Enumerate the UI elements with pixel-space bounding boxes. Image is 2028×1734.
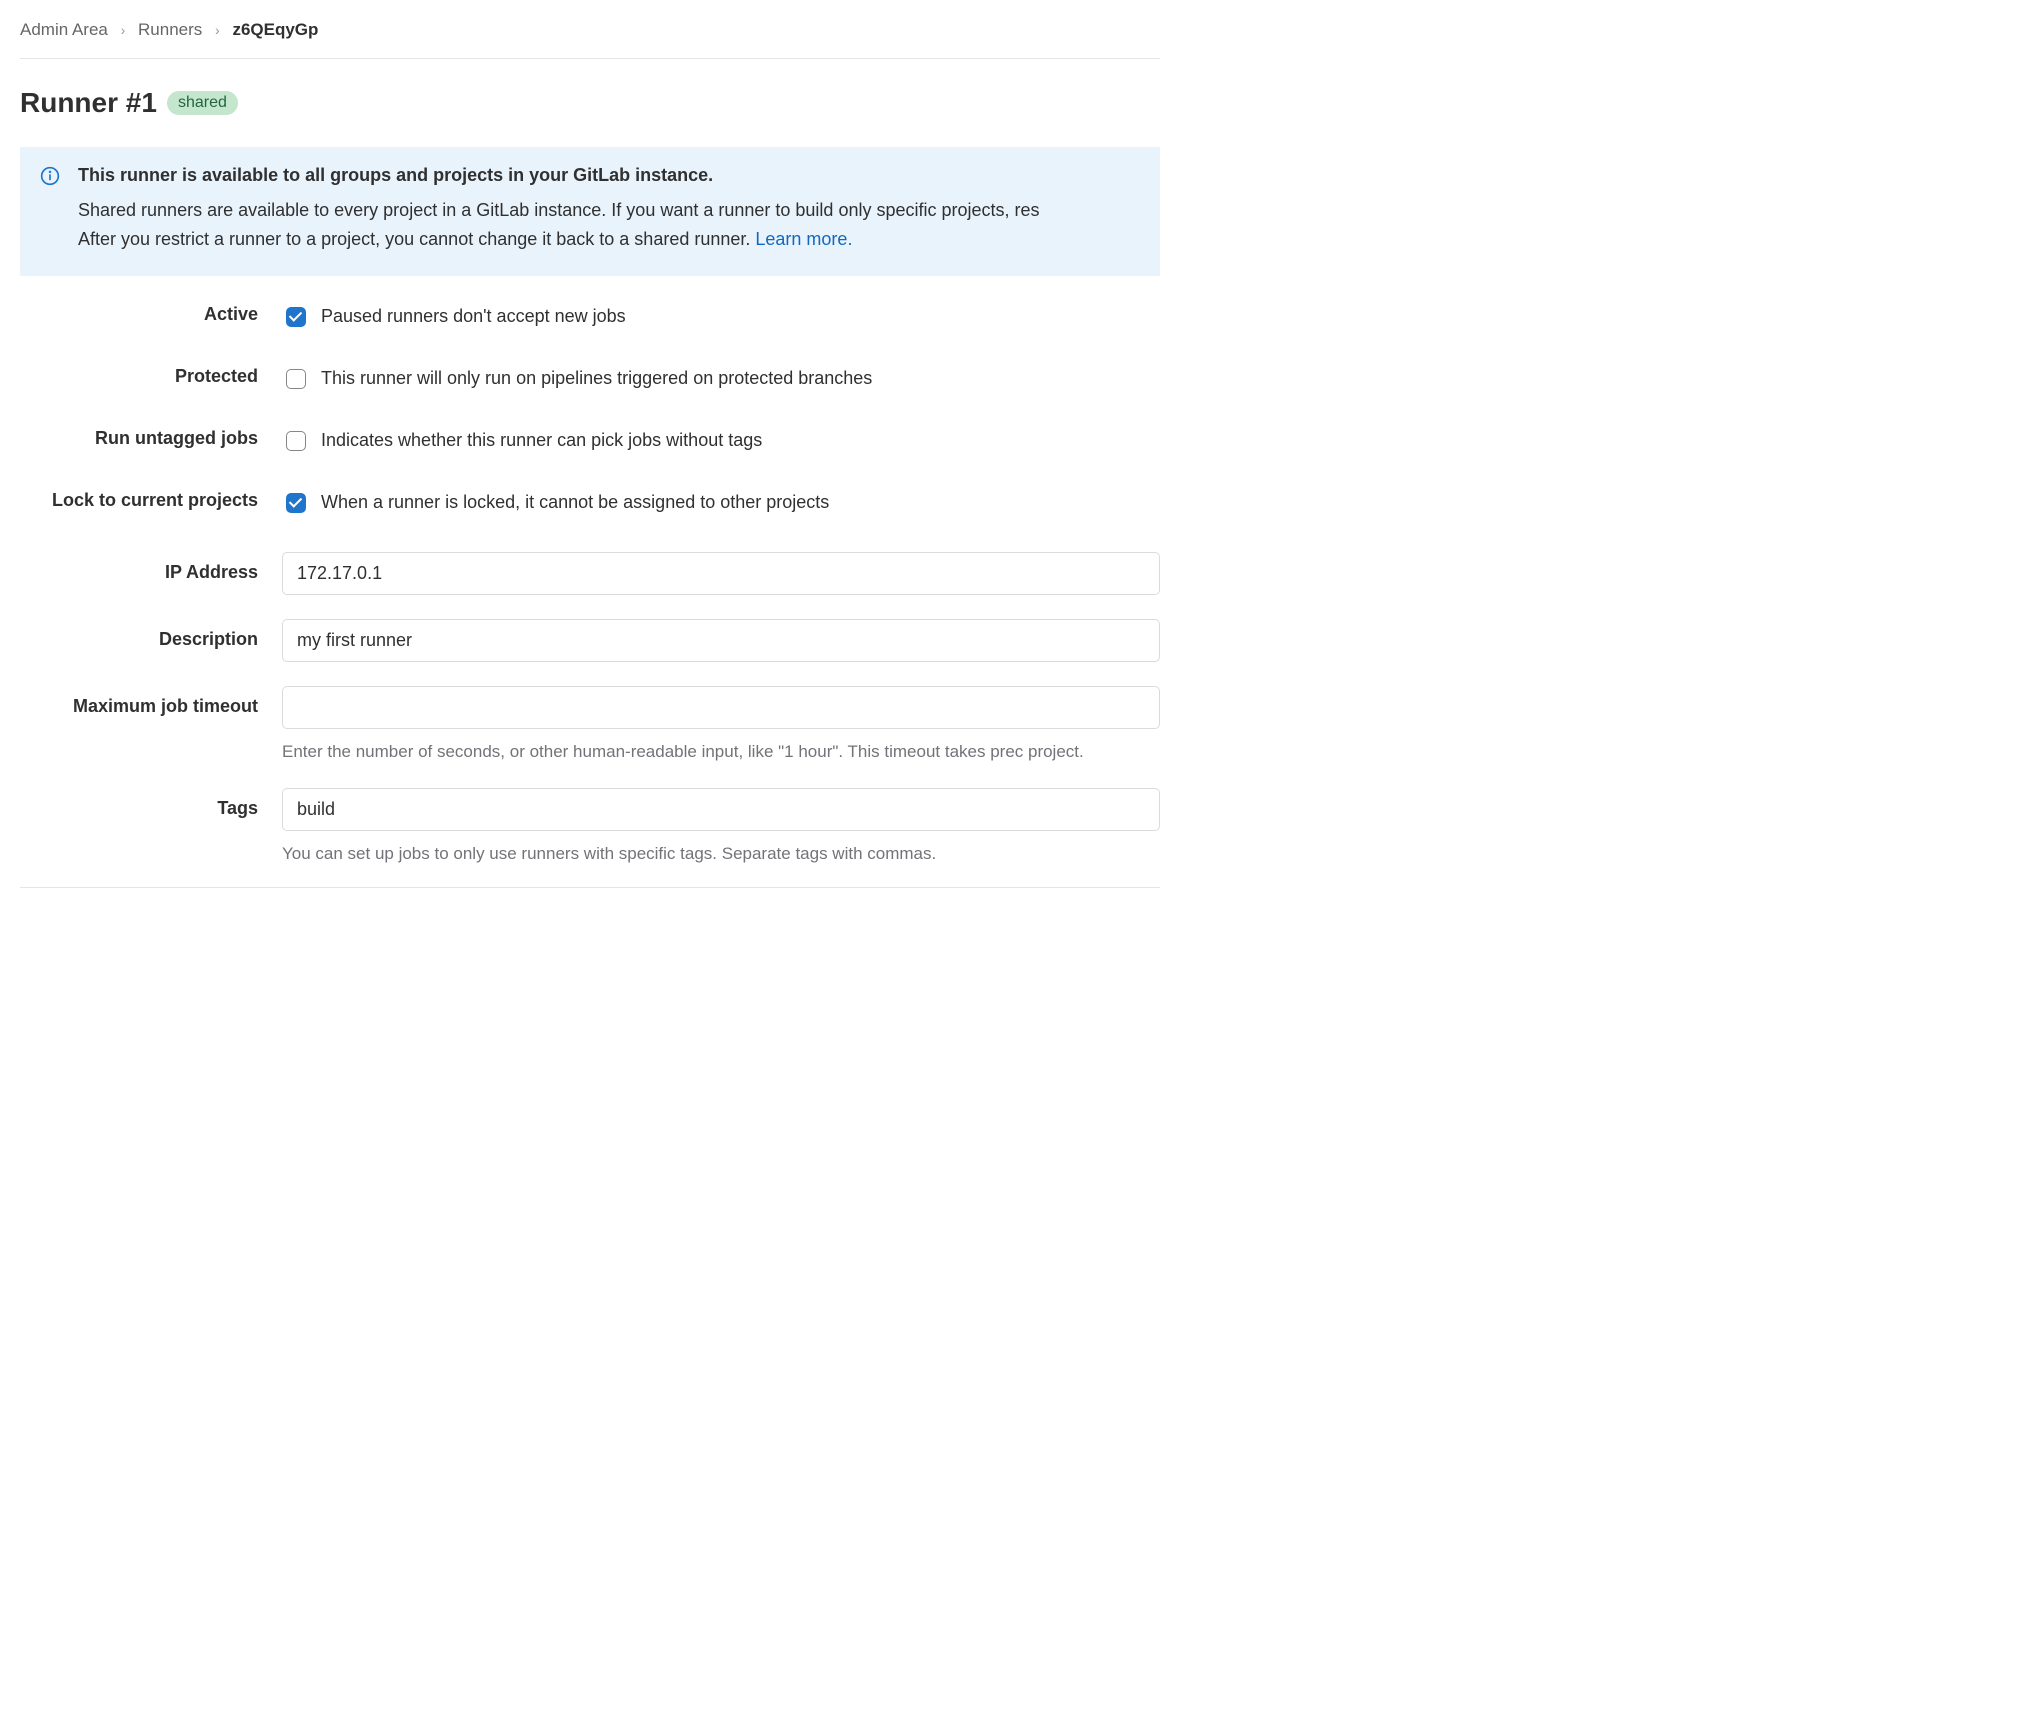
tags-input[interactable] bbox=[282, 788, 1160, 831]
untagged-checkbox-text: Indicates whether this runner can pick j… bbox=[321, 430, 762, 451]
ip-address-input[interactable] bbox=[282, 552, 1160, 595]
info-banner: This runner is available to all groups a… bbox=[20, 147, 1160, 276]
label-ip: IP Address bbox=[20, 552, 282, 583]
lock-checkbox-text: When a runner is locked, it cannot be as… bbox=[321, 492, 829, 513]
status-badge: shared bbox=[167, 91, 238, 115]
active-checkbox-text: Paused runners don't accept new jobs bbox=[321, 306, 626, 327]
chevron-right-icon: › bbox=[215, 22, 220, 38]
description-input[interactable] bbox=[282, 619, 1160, 662]
timeout-input[interactable] bbox=[282, 686, 1160, 729]
lock-checkbox[interactable] bbox=[286, 493, 306, 513]
breadcrumb-runners[interactable]: Runners bbox=[138, 20, 202, 39]
label-tags: Tags bbox=[20, 788, 282, 819]
page-title: Runner #1 bbox=[20, 87, 157, 119]
label-description: Description bbox=[20, 619, 282, 650]
untagged-checkbox[interactable] bbox=[286, 431, 306, 451]
info-banner-title: This runner is available to all groups a… bbox=[78, 165, 1140, 186]
active-checkbox[interactable] bbox=[286, 307, 306, 327]
breadcrumb-current: z6QEqyGp bbox=[232, 20, 318, 39]
timeout-help-text: Enter the number of seconds, or other hu… bbox=[282, 739, 1160, 765]
tags-help-text: You can set up jobs to only use runners … bbox=[282, 841, 1160, 867]
learn-more-link[interactable]: Learn more. bbox=[755, 229, 852, 249]
protected-checkbox-text: This runner will only run on pipelines t… bbox=[321, 368, 872, 389]
divider bbox=[20, 887, 1160, 888]
label-lock: Lock to current projects bbox=[20, 490, 282, 511]
breadcrumb-admin-area[interactable]: Admin Area bbox=[20, 20, 108, 39]
breadcrumb: Admin Area › Runners › z6QEqyGp bbox=[20, 16, 1160, 59]
label-timeout: Maximum job timeout bbox=[20, 686, 282, 717]
label-protected: Protected bbox=[20, 366, 282, 387]
chevron-right-icon: › bbox=[121, 22, 126, 38]
label-untagged: Run untagged jobs bbox=[20, 428, 282, 449]
info-banner-text: Shared runners are available to every pr… bbox=[78, 196, 1140, 254]
protected-checkbox[interactable] bbox=[286, 369, 306, 389]
label-active: Active bbox=[20, 304, 282, 325]
info-icon bbox=[40, 166, 60, 254]
